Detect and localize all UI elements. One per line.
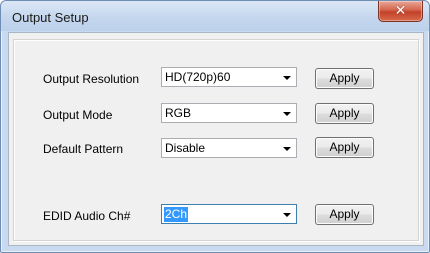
default-pattern-label: Default Pattern	[43, 142, 124, 156]
default-pattern-apply-button[interactable]: Apply	[315, 137, 374, 158]
edid-audio-ch-label: EDID Audio Ch#	[43, 209, 131, 223]
edid-audio-ch-select[interactable]: 2Ch	[161, 204, 297, 224]
chevron-down-icon[interactable]	[283, 112, 291, 116]
chevron-down-icon[interactable]	[283, 147, 291, 151]
output-mode-label: Output Mode	[43, 108, 113, 122]
output-resolution-select[interactable]: HD(720p)60	[161, 67, 297, 87]
default-pattern-select[interactable]: Disable	[161, 138, 297, 158]
close-button[interactable]: ✕	[378, 1, 423, 22]
output-resolution-value: HD(720p)60	[165, 70, 231, 84]
close-icon: ✕	[394, 3, 407, 19]
title-bar[interactable]: Output Setup ✕	[1, 1, 429, 31]
dialog-client-area: Output Resolution HD(720p)60 Apply Outpu…	[8, 32, 424, 246]
chevron-down-icon[interactable]	[283, 76, 291, 80]
output-mode-apply-button[interactable]: Apply	[315, 103, 374, 124]
default-pattern-value: Disable	[165, 141, 206, 155]
edid-audio-ch-apply-button[interactable]: Apply	[315, 204, 374, 225]
output-mode-value: RGB	[165, 106, 192, 120]
output-resolution-apply-button[interactable]: Apply	[315, 68, 374, 89]
output-resolution-label: Output Resolution	[43, 72, 140, 86]
output-mode-select[interactable]: RGB	[161, 103, 297, 123]
window-title: Output Setup	[12, 10, 89, 25]
edid-audio-ch-value: 2Ch	[164, 207, 189, 222]
output-setup-dialog: Output Setup ✕ Output Resolution HD(720p…	[0, 0, 430, 253]
chevron-down-icon[interactable]	[283, 213, 291, 217]
